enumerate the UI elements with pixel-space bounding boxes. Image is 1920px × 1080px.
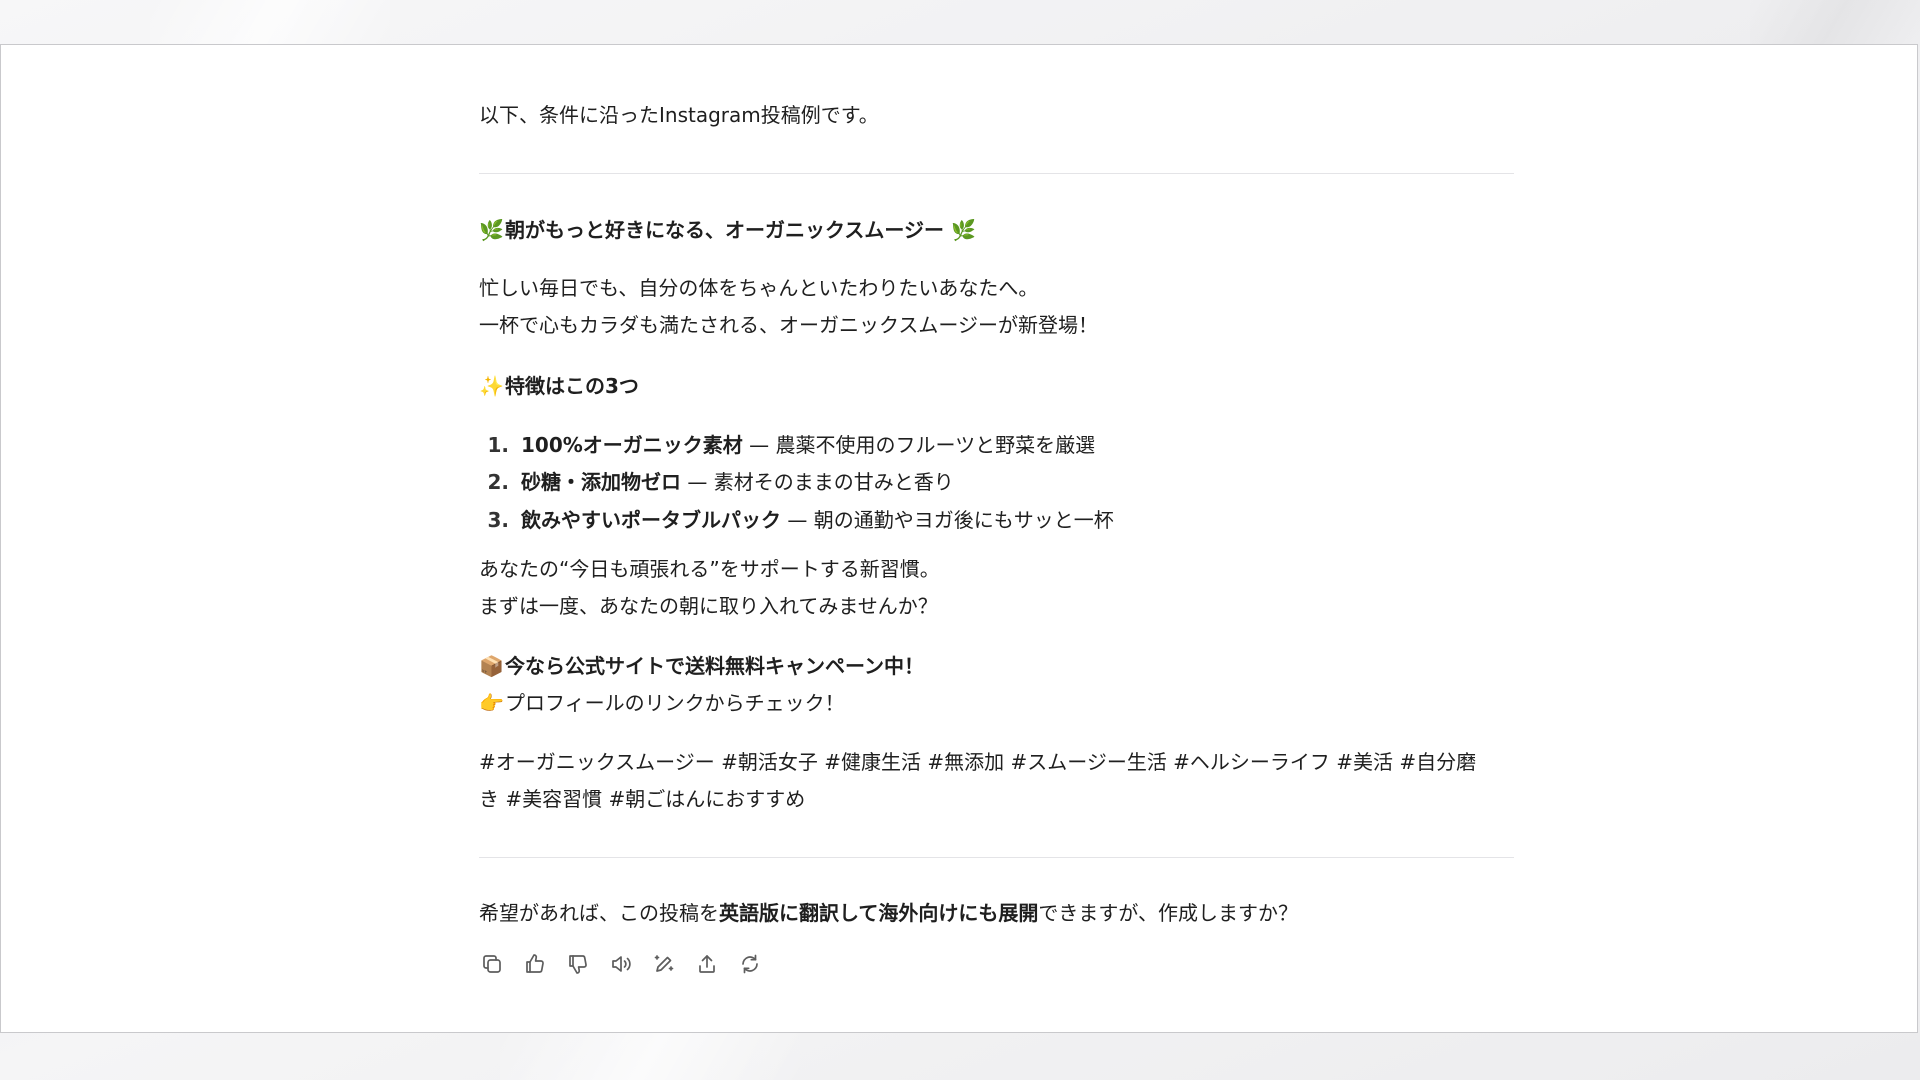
share-button[interactable] — [694, 951, 720, 977]
read-aloud-button[interactable] — [608, 951, 634, 977]
features-heading: ✨特徴はこの3つ — [479, 371, 639, 401]
closing-line: まずは一度、あなたの朝に取り入れてみませんか？ — [479, 594, 938, 618]
followup-emphasis: 英語版に翻訳して海外向けにも展開 — [719, 901, 1039, 925]
thumbs-up-icon — [526, 954, 544, 973]
list-number: 2. — [487, 470, 509, 494]
thumbs-down-icon — [569, 955, 587, 974]
cta-text: プロフィールのリンクからチェック！ — [505, 691, 845, 715]
regenerate-icon — [742, 954, 758, 974]
chat-window: 以下、条件に沿ったInstagram投稿例です。 🌿朝がもっと好きになる、オーガ… — [0, 44, 1918, 1033]
package-icon: 📦 — [479, 654, 504, 678]
list-number: 3. — [487, 508, 509, 532]
divider — [479, 173, 1514, 174]
leaf-icon: 🌿 — [950, 218, 976, 242]
features-heading-text: 特徴はこの3つ — [505, 374, 639, 398]
body-line: 忙しい毎日でも、自分の体をちゃんといたわりたいあなたへ。 — [479, 276, 1039, 300]
thumbs-up-button[interactable] — [522, 951, 548, 977]
background-decoration — [500, 1033, 800, 1080]
leaf-icon: 🌿 — [479, 218, 504, 242]
regenerate-button[interactable] — [737, 951, 763, 977]
headline-text: 朝がもっと好きになる、オーガニックスムージー — [505, 218, 944, 242]
feature-title: 100%オーガニック素材 — [521, 433, 743, 457]
divider — [479, 857, 1514, 858]
body-line: 一杯で心もカラダも満たされる、オーガニックスムージーが新登場！ — [479, 313, 1098, 337]
pointing-hand-icon: 👉 — [479, 691, 504, 715]
read-aloud-icon — [612, 956, 631, 972]
cta-line: 👉プロフィールのリンクからチェック！ — [479, 688, 845, 718]
share-icon — [699, 955, 715, 973]
followup-question: 希望があれば、この投稿を英語版に翻訳して海外向けにも展開できますが、作成しますか… — [479, 898, 1298, 928]
list-item: 2. 砂糖・添加物ゼロ — 素材そのままの甘みと香り — [479, 467, 954, 497]
list-number: 1. — [487, 433, 509, 457]
background-decoration — [1750, 0, 1920, 44]
feature-desc: — 農薬不使用のフルーツと野菜を厳選 — [742, 433, 1096, 457]
campaign-text: 今なら公式サイトで送料無料キャンペーン中！ — [505, 654, 924, 678]
feature-desc: — 素材そのままの甘みと香り — [681, 470, 954, 494]
intro-text: 以下、条件に沿ったInstagram投稿例です。 — [479, 103, 879, 127]
thumbs-down-button[interactable] — [565, 951, 591, 977]
campaign-line: 📦今なら公式サイトで送料無料キャンペーン中！ — [479, 651, 924, 681]
copy-icon — [483, 955, 501, 973]
list-item: 1. 100%オーガニック素材 — 農薬不使用のフルーツと野菜を厳選 — [479, 430, 1095, 460]
followup-text: できますが、作成しますか？ — [1038, 901, 1299, 925]
edit-button[interactable] — [651, 951, 677, 977]
sparkles-icon: ✨ — [479, 374, 504, 398]
edit-icon — [654, 955, 674, 972]
list-item: 3. 飲みやすいポータブルパック — 朝の通勤やヨガ後にもサッと一杯 — [479, 505, 1114, 535]
hashtags-line: #オーガニックスムージー #朝活女子 #健康生活 #無添加 #スムージー生活 #… — [479, 750, 1477, 774]
hashtags-line: き #美容習慣 #朝ごはんにおすすめ — [479, 787, 806, 811]
post-headline: 🌿朝がもっと好きになる、オーガニックスムージー 🌿 — [479, 215, 977, 245]
closing-line: あなたの“今日も頑張れる”をサポートする新習慣。 — [479, 557, 940, 581]
background-decoration — [150, 0, 390, 44]
feature-title: 飲みやすいポータブルパック — [521, 508, 781, 532]
message-actions — [479, 951, 763, 977]
feature-desc: — 朝の通勤やヨガ後にもサッと一杯 — [781, 508, 1114, 532]
copy-button[interactable] — [479, 951, 505, 977]
followup-text: 希望があれば、この投稿を — [479, 901, 719, 925]
feature-title: 砂糖・添加物ゼロ — [521, 470, 681, 494]
